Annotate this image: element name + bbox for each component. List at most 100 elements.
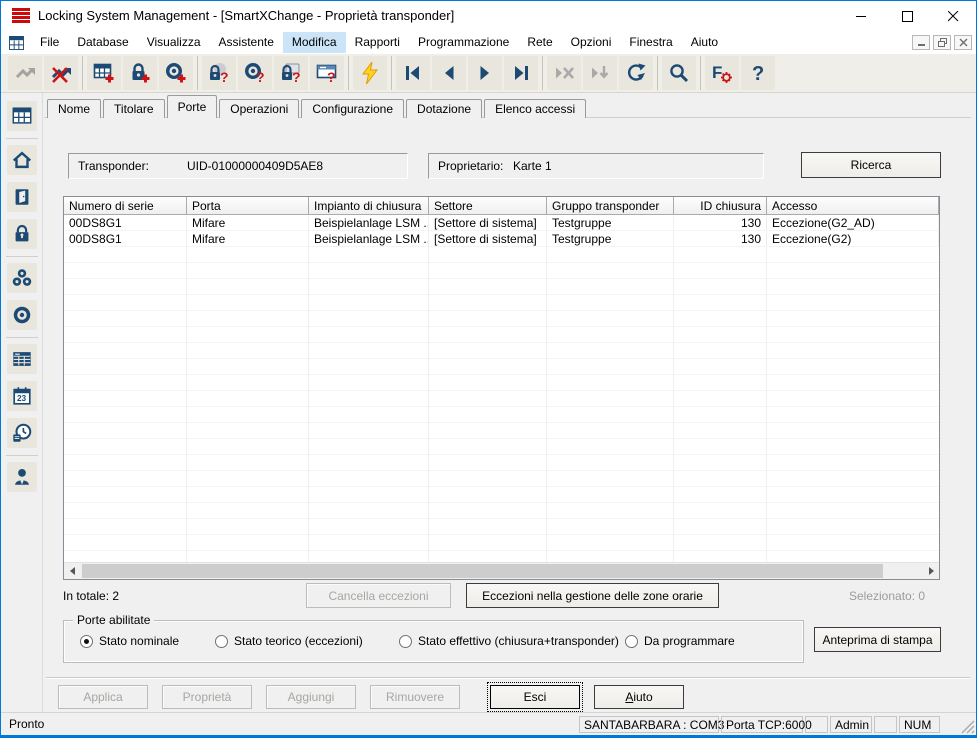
schedule-matrix-icon[interactable] <box>7 344 37 374</box>
read-lock-net-icon[interactable]: ? <box>274 56 308 90</box>
radio-stato-nominale[interactable]: Stato nominale <box>80 634 179 648</box>
cancel-disabled-icon[interactable] <box>547 56 581 90</box>
tab-porte[interactable]: Porte <box>167 95 218 118</box>
transponder-groups-icon[interactable] <box>7 263 37 293</box>
calendar-icon[interactable]: 23 <box>7 381 37 411</box>
filter-settings-icon[interactable]: F <box>705 56 739 90</box>
print-preview-button[interactable]: Anteprima di stampa <box>814 627 941 652</box>
exit-button[interactable]: Esci <box>490 685 580 709</box>
menu-file[interactable]: File <box>31 32 68 53</box>
close-button[interactable] <box>930 1 976 31</box>
menu-programmazione[interactable]: Programmazione <box>409 32 518 53</box>
radio-button-icon[interactable] <box>399 635 412 648</box>
col-numero-di-serie[interactable]: Numero di serie <box>64 197 187 214</box>
nav-last-icon[interactable] <box>504 56 538 90</box>
tab-operazioni[interactable]: Operazioni <box>219 99 299 118</box>
horizontal-scrollbar[interactable] <box>64 562 939 579</box>
help-button-rest: iuto <box>633 690 652 704</box>
svg-text:?: ? <box>327 69 336 85</box>
menu-opzioni[interactable]: Opzioni <box>562 32 621 53</box>
read-window-icon[interactable]: ? <box>310 56 344 90</box>
clear-exceptions-button[interactable]: Cancella eccezioni <box>306 583 451 608</box>
transponder-icon[interactable] <box>7 300 37 330</box>
cell-impianto: Beispielanlage LSM ... <box>309 215 429 231</box>
col-settore[interactable]: Settore <box>429 197 547 214</box>
time-groups-icon[interactable] <box>7 418 37 448</box>
menu-bar: File Database Visualizza Assistente Modi… <box>1 31 976 54</box>
tab-dotazione[interactable]: Dotazione <box>406 99 482 118</box>
resize-grip-icon[interactable] <box>961 720 975 734</box>
menu-rapporti[interactable]: Rapporti <box>346 32 409 53</box>
radio-button-icon[interactable] <box>215 635 228 648</box>
mdi-close-button[interactable] <box>954 35 972 50</box>
table-header: Numero di serie Porta Impianto di chiusu… <box>64 197 939 215</box>
nav-prev-icon[interactable] <box>432 56 466 90</box>
radio-button-icon[interactable] <box>80 635 93 648</box>
search-button[interactable]: Ricerca <box>801 152 941 178</box>
radio-stato-effettivo[interactable]: Stato effettivo (chiusura+transponder) <box>399 634 619 648</box>
status-empty-panel <box>805 716 828 733</box>
help-button[interactable]: Aiuto <box>594 685 684 709</box>
cell-porta: Mifare <box>187 215 309 231</box>
menu-rete[interactable]: Rete <box>518 32 561 53</box>
new-transponder-icon[interactable] <box>159 56 193 90</box>
user-icon[interactable] <box>7 462 37 492</box>
radio-button-icon[interactable] <box>625 635 638 648</box>
jump-disabled-icon[interactable] <box>583 56 617 90</box>
menu-finestra[interactable]: Finestra <box>620 32 681 53</box>
tab-configurazione[interactable]: Configurazione <box>301 99 404 118</box>
menu-modifica[interactable]: Modifica <box>283 32 346 53</box>
properties-button[interactable]: Proprietà <box>162 685 252 709</box>
transfer-disconnect-icon[interactable] <box>44 56 78 90</box>
apply-button[interactable]: Applica <box>58 685 148 709</box>
help-icon[interactable]: ? <box>741 56 775 90</box>
mdi-restore-button[interactable] <box>933 35 951 50</box>
status-empty-panel <box>874 716 897 733</box>
col-gruppo-transponder[interactable]: Gruppo transponder <box>547 197 674 214</box>
tab-nome[interactable]: Nome <box>47 99 101 118</box>
read-lock-icon[interactable]: ? <box>202 56 236 90</box>
scroll-right-icon[interactable] <box>922 563 939 579</box>
help-button-initial: A <box>625 690 633 704</box>
search-icon[interactable] <box>662 56 696 90</box>
transfer-disabled-icon[interactable] <box>8 56 42 90</box>
tab-titolare[interactable]: Titolare <box>103 99 165 118</box>
table-row[interactable]: 00DS8G1 Mifare Beispielanlage LSM ... [S… <box>64 231 939 247</box>
table-row[interactable]: 00DS8G1 Mifare Beispielanlage LSM ... [S… <box>64 215 939 231</box>
scrollbar-thumb[interactable] <box>82 564 883 578</box>
col-porta[interactable]: Porta <box>187 197 309 214</box>
radio-stato-teorico[interactable]: Stato teorico (eccezioni) <box>215 634 363 648</box>
tab-elenco-accessi[interactable]: Elenco accessi <box>484 99 586 118</box>
menu-aiuto[interactable]: Aiuto <box>682 32 727 53</box>
groupbox-label: Porte abilitate <box>73 613 154 627</box>
col-id-chiusura[interactable]: ID chiusura <box>674 197 767 214</box>
minimize-button[interactable] <box>838 1 884 31</box>
read-transponder-icon[interactable]: ? <box>238 56 272 90</box>
col-accesso[interactable]: Accesso <box>767 197 939 214</box>
areas-home-icon[interactable] <box>7 145 37 175</box>
new-lock-icon[interactable] <box>123 56 157 90</box>
col-impianto[interactable]: Impianto di chiusura <box>309 197 429 214</box>
mdi-minimize-button[interactable] <box>912 35 930 50</box>
matrix-icon[interactable] <box>7 101 37 131</box>
menu-database[interactable]: Database <box>68 32 137 53</box>
add-button[interactable]: Aggiungi <box>266 685 356 709</box>
menu-visualizza[interactable]: Visualizza <box>138 32 210 53</box>
nav-next-icon[interactable] <box>468 56 502 90</box>
radio-da-programmare[interactable]: Da programmare <box>625 634 735 648</box>
scroll-left-icon[interactable] <box>64 563 81 579</box>
flash-program-icon[interactable] <box>353 56 387 90</box>
refresh-icon[interactable] <box>619 56 653 90</box>
timezone-exceptions-button[interactable]: Eccezioni nella gestione delle zone orar… <box>466 583 719 608</box>
maximize-button[interactable] <box>884 1 930 31</box>
menu-assistente[interactable]: Assistente <box>210 32 283 53</box>
remove-button[interactable]: Rimuovere <box>370 685 460 709</box>
dialog-separator <box>46 677 970 679</box>
door-icon[interactable] <box>7 182 37 212</box>
lock-icon[interactable] <box>7 219 37 249</box>
nav-first-icon[interactable] <box>396 56 430 90</box>
status-user: Admin <box>830 716 872 733</box>
radio-label: Stato teorico (eccezioni) <box>234 634 363 648</box>
new-locking-system-icon[interactable] <box>87 56 121 90</box>
cell-settore: [Settore di sistema] <box>429 215 547 231</box>
